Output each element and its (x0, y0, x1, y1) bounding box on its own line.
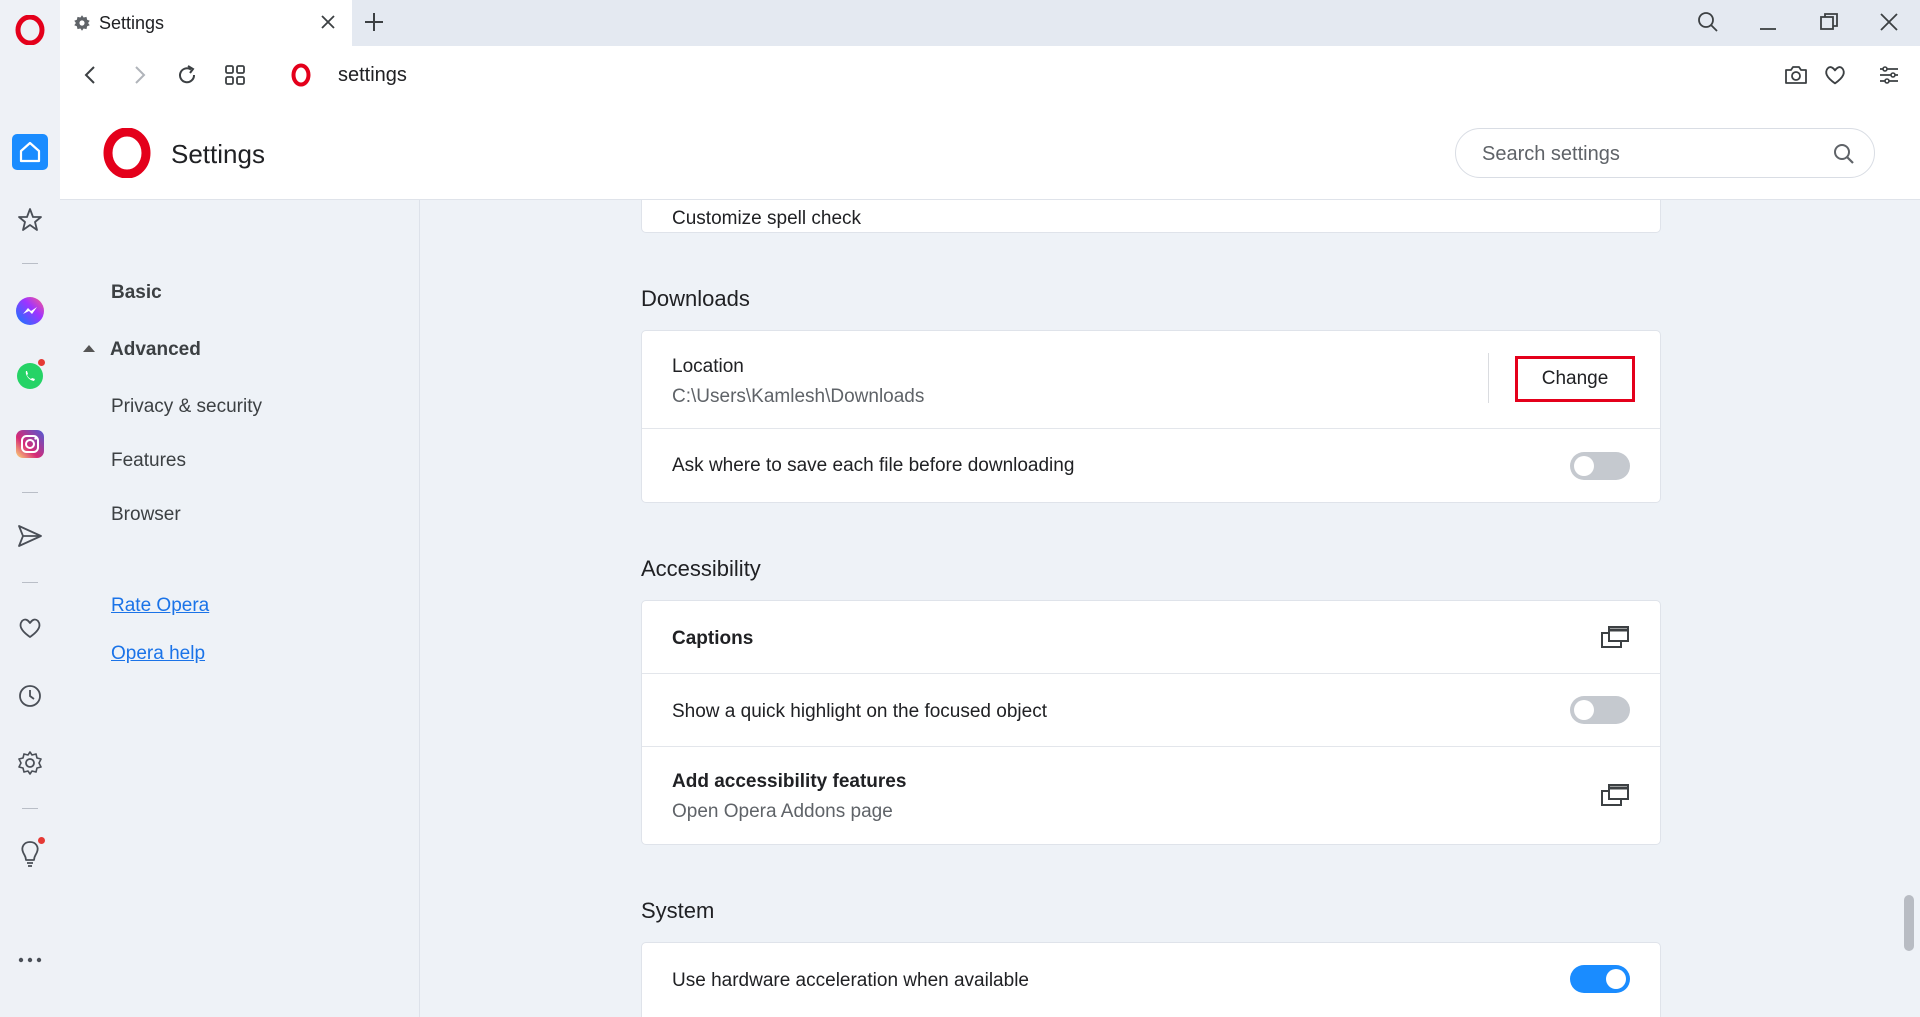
camera-icon[interactable] (1783, 62, 1809, 93)
system-card: Use hardware acceleration when available (641, 942, 1661, 1017)
ask-save-label: Ask where to save each file before downl… (672, 455, 1075, 476)
search-box[interactable] (1455, 128, 1875, 178)
send-icon[interactable] (0, 516, 60, 556)
toggle-knob (1574, 456, 1594, 476)
star-icon[interactable] (0, 200, 60, 240)
highlight-toggle[interactable] (1570, 696, 1630, 724)
spellcheck-card: Customize spell check (641, 200, 1661, 233)
scrollbar-thumb[interactable] (1904, 895, 1914, 951)
nav-advanced[interactable]: Advanced (110, 339, 201, 361)
gear-icon (73, 14, 91, 32)
captions-label: Captions (672, 628, 754, 649)
opera-help-link[interactable]: Opera help (111, 643, 205, 665)
notification-dot (37, 836, 46, 845)
minimize-icon[interactable] (1756, 10, 1780, 39)
nav-features[interactable]: Features (111, 450, 186, 472)
search-input[interactable] (1482, 141, 1812, 167)
location-label: Location (672, 356, 744, 377)
toggle-knob (1606, 969, 1626, 989)
heart-icon[interactable] (0, 608, 60, 648)
addons-sub: Open Opera Addons page (672, 801, 893, 822)
reload-icon[interactable] (174, 62, 200, 93)
easy-setup-icon[interactable] (1876, 62, 1902, 93)
open-external-icon[interactable] (1600, 624, 1630, 655)
history-icon[interactable] (0, 676, 60, 716)
nav-privacy-security[interactable]: Privacy & security (111, 396, 262, 418)
more-icon[interactable] (0, 940, 60, 980)
ask-save-row[interactable]: Ask where to save each file before downl… (642, 429, 1660, 503)
url-text[interactable]: settings (338, 64, 407, 87)
nav-browser[interactable]: Browser (111, 504, 181, 526)
addons-row[interactable]: Add accessibility features Open Opera Ad… (642, 747, 1660, 845)
highlight-row[interactable]: Show a quick highlight on the focused ob… (642, 674, 1660, 747)
restore-icon[interactable] (1817, 10, 1841, 39)
sidebar-separator (22, 582, 38, 583)
divider (1488, 353, 1489, 403)
system-title: System (641, 898, 715, 923)
page-title: Settings (171, 139, 265, 169)
gear-icon[interactable] (0, 743, 60, 783)
tab-bar: Settings (60, 0, 1920, 46)
toggle-knob (1574, 700, 1594, 720)
sidebar-separator (22, 808, 38, 809)
addons-label: Add accessibility features (672, 771, 907, 792)
notification-dot (37, 358, 46, 367)
messenger-icon[interactable] (0, 291, 60, 331)
opera-site-icon (290, 63, 312, 92)
opera-logo (103, 127, 151, 183)
tab-settings[interactable]: Settings (60, 0, 352, 46)
downloads-title: Downloads (641, 286, 750, 311)
opera-menu-icon[interactable] (0, 10, 60, 50)
settings-main: Customize spell check Downloads Location… (421, 200, 1920, 1017)
downloads-card: Location C:\Users\Kamlesh\Downloads Chan… (641, 330, 1661, 503)
new-tab-icon[interactable] (362, 10, 386, 39)
instagram-icon[interactable] (0, 424, 60, 464)
settings-nav: Basic Advanced Privacy & security Featur… (60, 200, 420, 1017)
location-row: Location C:\Users\Kamlesh\Downloads Chan… (642, 331, 1660, 429)
ask-save-toggle[interactable] (1570, 452, 1630, 480)
accessibility-card: Captions Show a quick highlight on the f… (641, 600, 1661, 845)
highlight-label: Show a quick highlight on the focused ob… (672, 701, 1047, 722)
address-bar: settings (60, 46, 1920, 104)
hw-accel-label: Use hardware acceleration when available (672, 970, 1029, 991)
close-icon[interactable] (318, 12, 338, 37)
search-icon[interactable] (1832, 142, 1856, 171)
tab-title: Settings (99, 12, 165, 33)
location-path: C:\Users\Kamlesh\Downloads (672, 386, 925, 407)
spellcheck-label: Customize spell check (672, 208, 862, 229)
window-close-icon[interactable] (1877, 10, 1901, 39)
nav-basic[interactable]: Basic (111, 282, 162, 304)
spellcheck-row[interactable]: Customize spell check (642, 200, 1660, 234)
whatsapp-icon[interactable] (0, 356, 60, 396)
search-tabs-icon[interactable] (1696, 10, 1720, 39)
change-button[interactable]: Change (1515, 356, 1635, 402)
forward-icon[interactable] (126, 62, 152, 93)
home-icon[interactable] (0, 132, 60, 172)
captions-row[interactable]: Captions (642, 601, 1660, 674)
collapse-arrow-icon[interactable] (83, 345, 95, 352)
lightbulb-icon[interactable] (0, 834, 60, 874)
rate-opera-link[interactable]: Rate Opera (111, 595, 209, 617)
sidebar-separator (22, 492, 38, 493)
open-external-icon[interactable] (1600, 782, 1630, 813)
hw-accel-row[interactable]: Use hardware acceleration when available (642, 943, 1660, 1017)
back-icon[interactable] (78, 62, 104, 93)
hw-accel-toggle[interactable] (1570, 965, 1630, 993)
accessibility-title: Accessibility (641, 556, 761, 581)
opera-sidebar (0, 0, 60, 1017)
settings-header: Settings (60, 104, 1920, 200)
sidebar-separator (22, 263, 38, 264)
tabs-grid-icon[interactable] (222, 62, 248, 93)
heart-icon[interactable] (1822, 62, 1848, 93)
